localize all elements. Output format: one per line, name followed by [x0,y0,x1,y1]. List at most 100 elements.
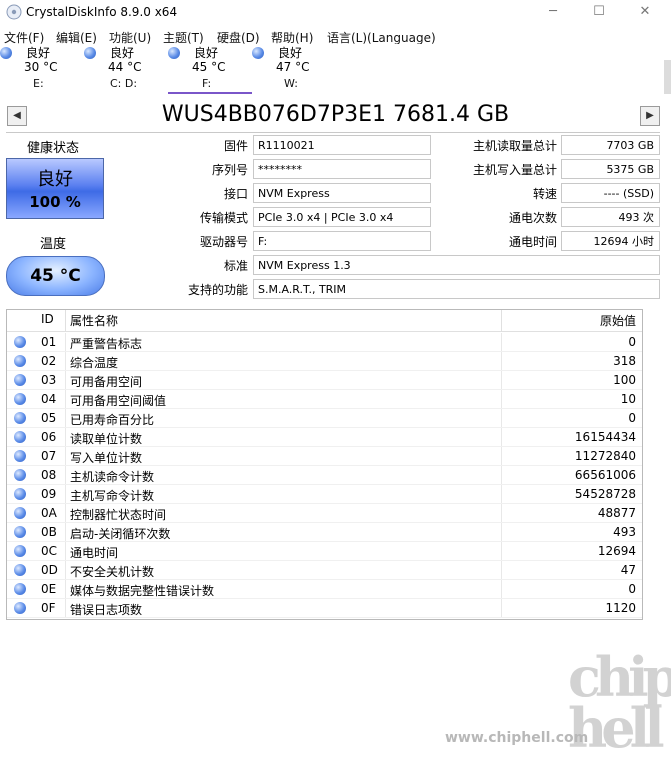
minimize-button[interactable]: ─ [530,0,576,26]
drive-tab-f[interactable]: 良好 45 °C F: [168,44,252,94]
power-on-hours-label: 通电时间 [508,235,557,249]
table-row[interactable]: 03 可用备用空间 100 [7,371,642,390]
attribute-id: 05 [41,411,57,425]
drive-tabs: 良好 30 °C E: 良好 44 °C C: D: 良好 45 °C F: 良… [0,44,671,94]
attribute-name: 写入单位计数 [70,451,143,465]
table-row[interactable]: 05 已用寿命百分比 0 [7,409,642,428]
table-row[interactable]: 0B 启动-关闭循环次数 493 [7,523,642,542]
table-row[interactable]: 01 严重警告标志 0 [7,333,642,352]
cell-divider [65,447,66,466]
table-header: ID 属性名称 原始值 [7,310,642,332]
scrollbar[interactable] [664,60,671,94]
cell-divider [501,428,502,447]
drive-tab-e[interactable]: 良好 30 °C E: [0,44,84,92]
cell-divider [65,428,66,447]
serial-field: ******** [253,159,431,179]
cell-divider [65,390,66,409]
cell-divider [501,523,502,542]
table-row[interactable]: 0D 不安全关机计数 47 [7,561,642,580]
attribute-raw-value: 16154434 [574,430,636,444]
cell-divider [65,523,66,542]
attribute-id: 0D [41,563,58,577]
drive-tab-cd[interactable]: 良好 44 °C C: D: [84,44,168,92]
attribute-name: 综合温度 [70,356,119,370]
attribute-id: 03 [41,373,57,387]
cell-divider [501,599,502,618]
next-drive-button[interactable]: ▶ [640,106,660,126]
column-divider[interactable] [501,310,502,331]
table-row[interactable]: 0A 控制器忙状态时间 48877 [7,504,642,523]
table-row[interactable]: 02 综合温度 318 [7,352,642,371]
table-row[interactable]: 09 主机写命令计数 54528728 [7,485,642,504]
status-good-icon [14,488,26,500]
attribute-raw-value: 10 [620,392,636,406]
cell-divider [501,447,502,466]
menu-bar: 文件(F) 编辑(E) 功能(U) 主题(T) 硬盘(D) 帮助(H) 语言(L… [0,26,671,46]
attribute-id: 01 [41,335,57,349]
transfer-mode-field: PCIe 3.0 x4 | PCIe 3.0 x4 [253,207,431,227]
drive-status: 良好 [278,46,303,60]
cell-divider [501,409,502,428]
table-row[interactable]: 0F 错误日志项数 1120 [7,599,642,618]
attribute-name: 主机写命令计数 [70,489,155,503]
drive-letter: W: [284,77,298,90]
cell-divider [501,466,502,485]
table-row[interactable]: 07 写入单位计数 11272840 [7,447,642,466]
interface-label: 接口 [223,187,248,201]
health-label: 健康状态 [26,141,79,156]
cell-divider [501,352,502,371]
table-row[interactable]: 0E 媒体与数据完整性错误计数 0 [7,580,642,599]
app-icon [6,4,22,20]
smart-attribute-table[interactable]: ID 属性名称 原始值 01 严重警告标志 0 02 综合温度 318 03 可用备用空间 10… [6,309,643,620]
cell-divider [65,466,66,485]
cell-divider [65,504,66,523]
table-row[interactable]: 06 读取单位计数 16154434 [7,428,642,447]
table-row[interactable]: 0C 通电时间 12694 [7,542,642,561]
status-good-icon [14,564,26,576]
attribute-raw-value: 48877 [597,506,636,520]
cell-divider [501,485,502,504]
attribute-name: 严重警告标志 [70,337,143,351]
drive-tab-w[interactable]: 良好 47 °C W: [252,44,336,92]
cell-divider [501,333,502,352]
cell-divider [65,485,66,504]
status-good-icon [14,602,26,614]
column-divider[interactable] [65,310,66,331]
power-on-count-field: 493 次 [561,207,660,227]
attribute-raw-value: 0 [628,411,636,425]
attribute-raw-value: 54528728 [574,487,636,501]
cell-divider [501,390,502,409]
status-good-icon [14,355,26,367]
cell-divider [65,409,66,428]
drive-temp: 30 °C [24,60,58,74]
attribute-name: 通电时间 [70,546,119,560]
close-button[interactable]: ✕ [622,0,668,26]
column-header-id[interactable]: ID [41,312,54,326]
column-header-raw[interactable]: 原始值 [503,312,636,329]
attribute-name: 不安全关机计数 [70,565,155,579]
drive-letter: C: D: [110,77,138,90]
table-row[interactable]: 04 可用备用空间阈值 10 [7,390,642,409]
temperature-value: 45 °C [30,266,81,286]
status-good-icon [14,526,26,538]
attribute-raw-value: 0 [628,335,636,349]
attribute-id: 07 [41,449,57,463]
host-writes-field: 5375 GB [561,159,660,179]
attribute-id: 0B [41,525,57,539]
table-row[interactable]: 08 主机读命令计数 66561006 [7,466,642,485]
health-status-button[interactable]: 良好 100 % [6,158,104,219]
attribute-id: 0E [41,582,57,596]
temperature-label: 温度 [39,237,66,252]
attribute-name: 媒体与数据完整性错误计数 [70,584,215,598]
maximize-button[interactable]: ☐ [576,0,622,26]
drive-temp: 44 °C [108,60,142,74]
drive-letter: F: [202,77,212,90]
drive-letter-label: 驱动器号 [199,235,248,249]
features-label: 支持的功能 [187,283,248,297]
column-header-name[interactable]: 属性名称 [70,312,118,329]
attribute-raw-value: 12694 [597,544,636,558]
status-good-icon [0,47,12,59]
attribute-name: 已用寿命百分比 [70,413,155,427]
attribute-name: 主机读命令计数 [70,470,155,484]
cell-divider [501,580,502,599]
